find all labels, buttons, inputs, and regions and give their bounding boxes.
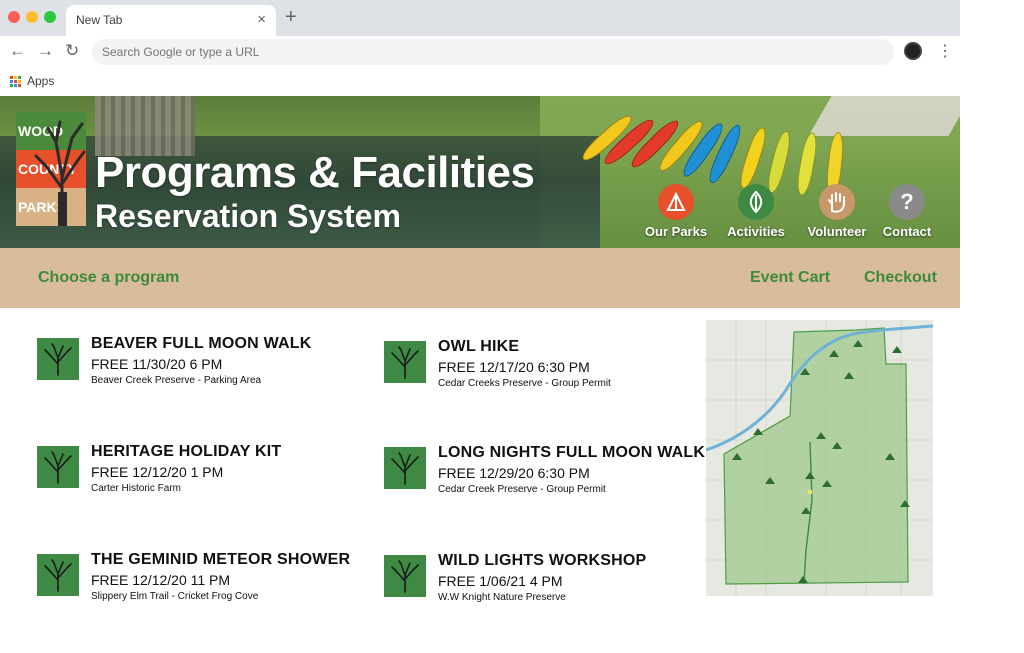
minimize-window-button[interactable]	[26, 11, 38, 23]
nav-our-parks[interactable]: Our Parks	[636, 184, 716, 239]
nav-activities[interactable]: Activities	[716, 184, 796, 239]
program-title: HERITAGE HOLIDAY KIT	[91, 443, 282, 460]
program-meta: FREE 11/30/20 6 PM	[91, 356, 223, 372]
choose-program-link[interactable]: Choose a program	[38, 269, 179, 287]
nav-label: Our Parks	[644, 224, 708, 239]
program-title: LONG NIGHTS FULL MOON WALK	[438, 444, 706, 461]
new-tab-button[interactable]: +	[285, 6, 297, 29]
program-location: Carter Historic Farm	[91, 483, 182, 494]
nav-contact[interactable]: ? Contact	[867, 184, 947, 239]
tent-icon	[658, 184, 694, 220]
program-location: Cedar Creeks Preserve - Group Permit	[438, 378, 611, 389]
browser-window: New Tab × + ← → ↻ ⋮ Apps	[0, 0, 960, 653]
address-input[interactable]	[92, 39, 894, 65]
nav-volunteer[interactable]: Volunteer	[797, 184, 877, 239]
hand-icon	[819, 184, 855, 220]
program-nav-bar: Choose a program Event Cart Checkout	[0, 248, 960, 308]
bookmarks-bar: Apps	[0, 68, 960, 96]
program-location: W.W Knight Nature Preserve	[438, 592, 566, 603]
program-meta: FREE 12/29/20 6:30 PM	[438, 465, 590, 481]
apps-label: Apps	[27, 74, 55, 88]
program-title: BEAVER FULL MOON WALK	[91, 335, 312, 352]
browser-toolbar: ← → ↻ ⋮	[0, 36, 960, 68]
program-location: Slippery Elm Trail - Cricket Frog Cove	[91, 591, 259, 602]
reload-button[interactable]: ↻	[65, 40, 79, 62]
forward-button[interactable]: →	[37, 40, 54, 62]
banner-path	[808, 96, 960, 136]
tree-icon	[384, 555, 426, 597]
program-meta: FREE 12/12/20 1 PM	[91, 464, 224, 480]
county-map-graphic	[706, 320, 933, 596]
profile-avatar[interactable]	[904, 42, 922, 60]
tree-icon	[37, 338, 79, 380]
program-meta: FREE 12/12/20 11 PM	[91, 572, 231, 588]
program-card[interactable]: WILD LIGHTS WORKSHOP FREE 1/06/21 4 PM W…	[384, 552, 704, 622]
page-subtitle: Reservation System	[95, 198, 401, 234]
omnibox[interactable]	[92, 39, 894, 65]
browser-tab[interactable]: New Tab ×	[66, 5, 276, 36]
wood-county-parks-logo[interactable]: WOOD COUNTY PARKS	[16, 112, 86, 226]
nav-label: Activities	[727, 224, 785, 239]
program-title: WILD LIGHTS WORKSHOP	[438, 552, 647, 569]
program-meta: FREE 12/17/20 6:30 PM	[438, 359, 590, 375]
hero-banner: WOOD COUNTY PARKS Programs & Facilities …	[0, 96, 960, 248]
tree-icon	[37, 554, 79, 596]
close-window-button[interactable]	[8, 11, 20, 23]
county-map[interactable]	[706, 320, 933, 596]
apps-grid-icon	[10, 75, 21, 87]
browser-menu-icon[interactable]: ⋮	[937, 41, 953, 61]
checkout-link[interactable]: Checkout	[864, 269, 937, 287]
program-card[interactable]: BEAVER FULL MOON WALK FREE 11/30/20 6 PM…	[37, 335, 357, 405]
program-title: THE GEMINID METEOR SHOWER	[91, 551, 351, 568]
program-location: Beaver Creek Preserve - Parking Area	[91, 375, 262, 386]
program-card[interactable]: OWL HIKE FREE 12/17/20 6:30 PM Cedar Cre…	[384, 338, 704, 408]
leaf-icon	[738, 184, 774, 220]
tab-strip: New Tab × +	[0, 0, 960, 36]
nav-label: Contact	[882, 224, 932, 239]
page-title: Programs & Facilities	[95, 148, 535, 197]
program-card[interactable]: HERITAGE HOLIDAY KIT FREE 12/12/20 1 PM …	[37, 443, 357, 513]
program-card[interactable]: LONG NIGHTS FULL MOON WALK FREE 12/29/20…	[384, 444, 706, 514]
program-title: OWL HIKE	[438, 338, 520, 355]
close-tab-icon[interactable]: ×	[257, 11, 266, 28]
tree-icon	[384, 341, 426, 383]
question-icon: ?	[889, 184, 925, 220]
program-meta: FREE 1/06/21 4 PM	[438, 573, 563, 589]
back-button[interactable]: ←	[9, 40, 26, 62]
banner-dock	[95, 96, 195, 156]
maximize-window-button[interactable]	[44, 11, 56, 23]
tree-icon	[37, 446, 79, 488]
apps-bookmark[interactable]: Apps	[10, 74, 54, 88]
program-location: Cedar Creek Preserve - Group Permit	[438, 484, 606, 495]
tree-icon	[384, 447, 426, 489]
program-card[interactable]: THE GEMINID METEOR SHOWER FREE 12/12/20 …	[37, 551, 357, 621]
tree-icon	[34, 120, 86, 226]
tab-title: New Tab	[76, 13, 123, 27]
nav-label: Volunteer	[807, 224, 867, 239]
event-cart-link[interactable]: Event Cart	[750, 269, 830, 287]
